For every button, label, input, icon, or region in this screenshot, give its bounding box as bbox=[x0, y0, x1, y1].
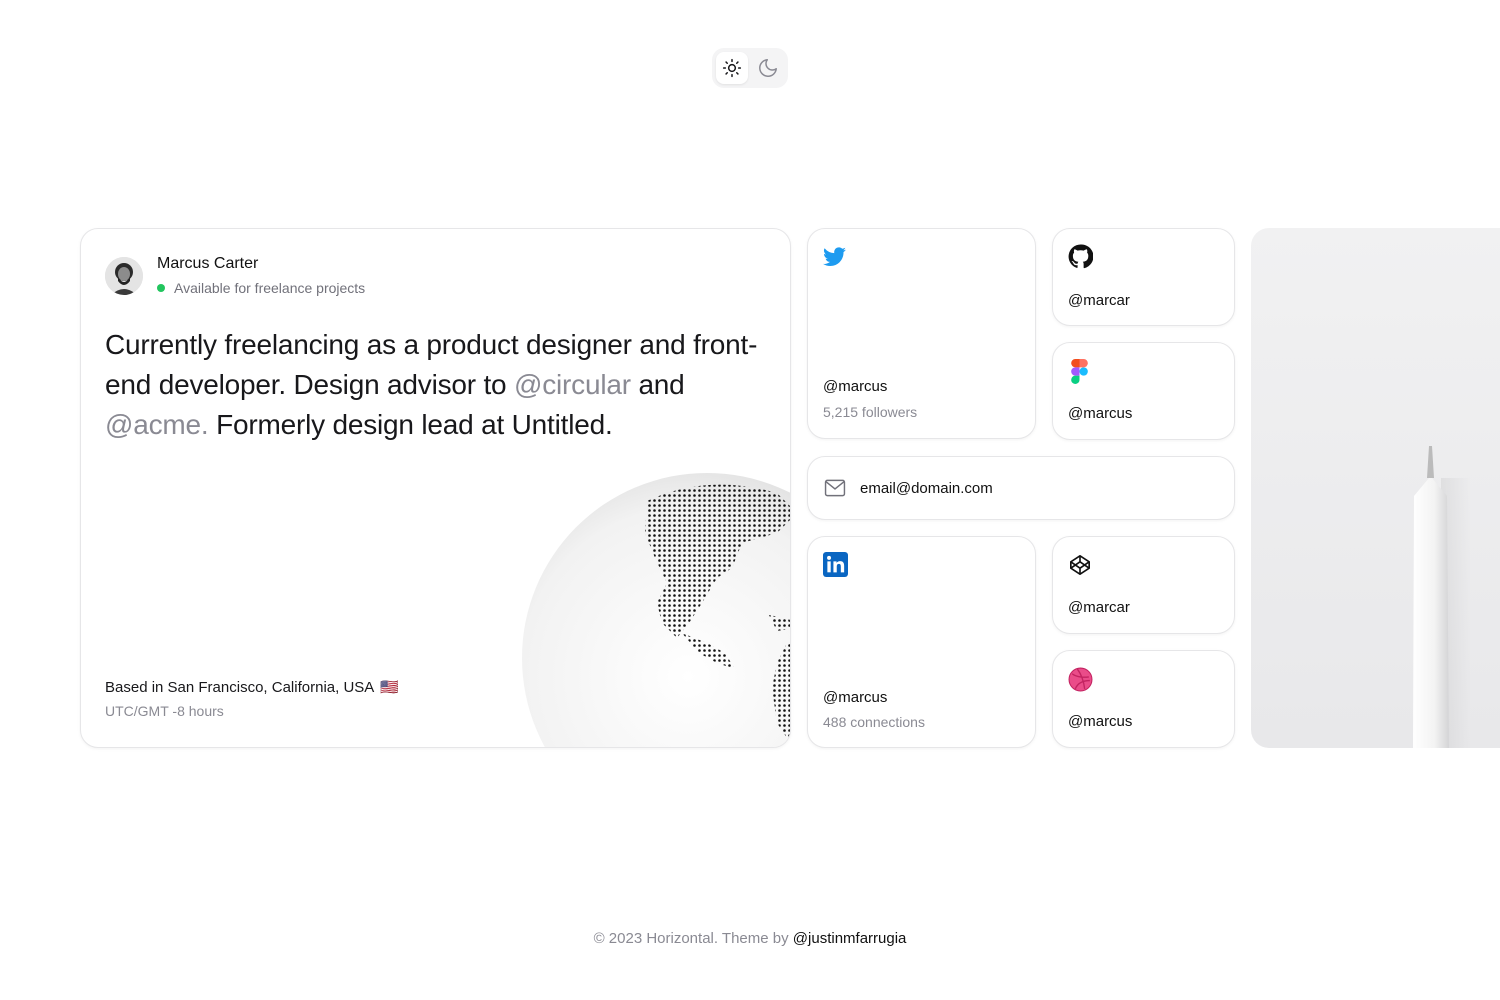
codepen-handle: @marcar bbox=[1068, 599, 1130, 616]
github-icon bbox=[1068, 244, 1093, 269]
light-mode-button[interactable] bbox=[716, 52, 748, 84]
twitter-handle: @marcus bbox=[823, 378, 888, 395]
mention-acme[interactable]: @acme. bbox=[105, 409, 209, 440]
mail-icon bbox=[824, 479, 846, 497]
mention-circular[interactable]: @circular bbox=[514, 369, 631, 400]
avatar bbox=[105, 257, 143, 295]
status-text: Available for freelance projects bbox=[174, 280, 366, 296]
footer-text: © 2023 Horizontal. Theme by bbox=[593, 930, 793, 947]
profile-card: Marcus Carter Available for freelance pr… bbox=[80, 228, 791, 748]
bio-text: and bbox=[630, 369, 685, 400]
twitter-card[interactable]: @marcus 5,215 followers bbox=[807, 228, 1036, 439]
location-text: Based in San Francisco, California, USA bbox=[105, 678, 375, 696]
github-handle: @marcar bbox=[1068, 292, 1130, 309]
timezone: UTC/GMT -8 hours bbox=[105, 703, 224, 719]
linkedin-icon bbox=[823, 552, 848, 577]
twitter-icon bbox=[823, 247, 846, 267]
theme-author-link[interactable]: @justinmfarrugia bbox=[793, 930, 907, 947]
linkedin-connections: 488 connections bbox=[823, 714, 925, 730]
pencil-image bbox=[1413, 446, 1471, 748]
status-dot bbox=[157, 284, 165, 292]
email-address: email@domain.com bbox=[860, 479, 993, 497]
globe-illustration bbox=[522, 473, 790, 747]
dribbble-icon bbox=[1068, 667, 1093, 692]
linkedin-handle: @marcus bbox=[823, 689, 888, 706]
location: Based in San Francisco, California, USA … bbox=[105, 678, 399, 697]
figma-card[interactable]: @marcus bbox=[1052, 342, 1235, 440]
sun-icon bbox=[722, 58, 742, 78]
page: Marcus Carter Available for freelance pr… bbox=[0, 0, 1500, 1000]
profile-name: Marcus Carter bbox=[157, 255, 259, 272]
dribbble-card[interactable]: @marcus bbox=[1052, 650, 1235, 748]
featured-image bbox=[1251, 228, 1500, 748]
theme-toggle bbox=[712, 48, 788, 88]
bio-text: Formerly design lead at Untitled. bbox=[208, 409, 613, 440]
codepen-card[interactable]: @marcar bbox=[1052, 536, 1235, 634]
codepen-icon bbox=[1070, 555, 1090, 575]
figma-icon bbox=[1071, 359, 1088, 384]
email-card[interactable]: email@domain.com bbox=[807, 456, 1235, 520]
dark-mode-button[interactable] bbox=[752, 52, 784, 84]
moon-icon bbox=[759, 59, 777, 77]
footer: © 2023 Horizontal. Theme by @justinmfarr… bbox=[0, 930, 1500, 947]
twitter-followers: 5,215 followers bbox=[823, 404, 918, 420]
availability-status: Available for freelance projects bbox=[157, 280, 365, 296]
figma-handle: @marcus bbox=[1068, 405, 1133, 422]
us-flag-icon: 🇺🇸 bbox=[380, 679, 399, 696]
dribbble-handle: @marcus bbox=[1068, 713, 1133, 730]
github-card[interactable]: @marcar bbox=[1052, 228, 1235, 326]
bio: Currently freelancing as a product desig… bbox=[105, 325, 785, 445]
linkedin-card[interactable]: @marcus 488 connections bbox=[807, 536, 1036, 748]
